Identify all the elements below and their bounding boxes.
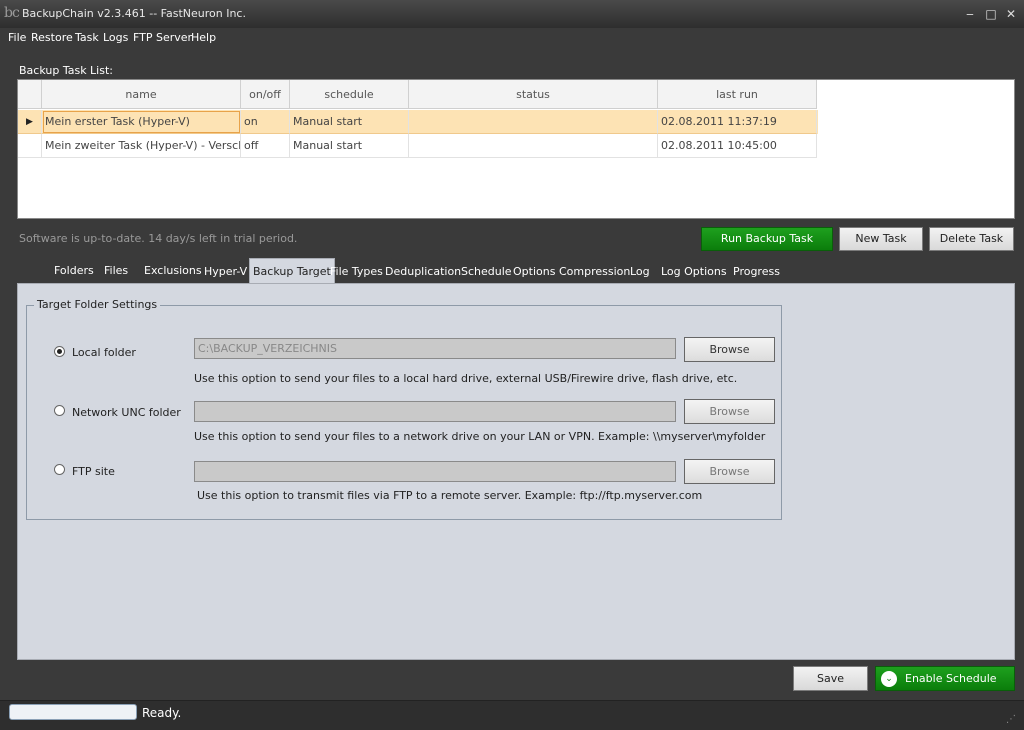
ftp-site-radio[interactable] [54, 464, 65, 475]
resize-grip-icon[interactable]: ⋰ [1006, 714, 1020, 726]
column-header-last-run[interactable]: last run [658, 80, 817, 109]
delete-task-button[interactable]: Delete Task [929, 227, 1014, 251]
row-header-cell [18, 134, 42, 158]
local-folder-path-field[interactable]: C:\BACKUP_VERZEICHNIS [194, 338, 676, 359]
task-name-cell[interactable]: Mein erster Task (Hyper-V) [42, 110, 241, 134]
task-status-cell[interactable] [409, 110, 658, 134]
tab-file-types[interactable]: File Types [330, 265, 383, 278]
table-row[interactable]: ▶ Mein erster Task (Hyper-V) on Manual s… [18, 110, 818, 134]
new-task-button[interactable]: New Task [839, 227, 923, 251]
task-schedule-cell[interactable]: Manual start [290, 134, 409, 158]
local-folder-label[interactable]: Local folder [72, 346, 136, 359]
menu-bar: File Restore Task Logs FTP Server Help [0, 28, 1024, 48]
tab-schedule[interactable]: Schedule [461, 265, 512, 278]
row-header-corner [18, 80, 42, 109]
menu-task[interactable]: Task [75, 31, 99, 44]
close-icon[interactable]: ✕ [1003, 6, 1019, 22]
task-onoff-cell[interactable]: on [241, 110, 290, 134]
tab-backup-target[interactable]: Backup Target [249, 258, 335, 284]
group-title: Target Folder Settings [34, 298, 161, 311]
table-row[interactable]: Mein zweiter Task (Hyper-V) - Versch... … [18, 134, 818, 158]
menu-file[interactable]: File [8, 31, 26, 44]
task-last-run-cell[interactable]: 02.08.2011 10:45:00 [658, 134, 817, 158]
tab-files[interactable]: Files [104, 264, 128, 277]
task-name-cell[interactable]: Mein zweiter Task (Hyper-V) - Versch... [42, 134, 241, 158]
window-title: BackupChain v2.3.461 -- FastNeuron Inc. [22, 7, 246, 20]
trial-status-text: Software is up-to-date. 14 day/s left in… [19, 232, 298, 245]
column-header-name[interactable]: name [42, 80, 241, 109]
column-header-status[interactable]: status [409, 80, 658, 109]
task-onoff-cell[interactable]: off [241, 134, 290, 158]
row-pointer-icon: ▶ [18, 110, 42, 134]
tab-log-options[interactable]: Log Options [661, 265, 727, 278]
local-folder-browse-button[interactable]: Browse [684, 337, 775, 362]
tab-progress[interactable]: Progress [733, 265, 780, 278]
tab-bar: Folders Files Exclusions Hyper-V Backup … [17, 258, 1015, 284]
menu-logs[interactable]: Logs [103, 31, 128, 44]
menu-help[interactable]: Help [191, 31, 216, 44]
task-table: name on/off schedule status last run ▶ M… [17, 79, 1015, 219]
enable-schedule-label: Enable Schedule [905, 672, 997, 685]
run-backup-task-button[interactable]: Run Backup Task [701, 227, 833, 251]
tab-folders[interactable]: Folders [54, 264, 94, 277]
save-button[interactable]: Save [793, 666, 868, 691]
tab-compression[interactable]: Compression [559, 265, 630, 278]
status-text: Ready. [142, 706, 182, 720]
chevron-down-icon: ⌄ [881, 671, 897, 687]
minimize-icon[interactable]: ‒ [962, 6, 978, 22]
ftp-site-field[interactable] [194, 461, 676, 482]
menu-restore[interactable]: Restore [31, 31, 73, 44]
network-unc-radio[interactable] [54, 405, 65, 416]
network-unc-label[interactable]: Network UNC folder [72, 406, 181, 419]
local-folder-radio[interactable] [54, 346, 65, 357]
tab-deduplication[interactable]: Deduplication [385, 265, 461, 278]
menu-ftp-server[interactable]: FTP Server [133, 31, 192, 44]
tab-log[interactable]: Log [630, 265, 650, 278]
task-status-cell[interactable] [409, 134, 658, 158]
network-unc-browse-button[interactable]: Browse [684, 399, 775, 424]
tab-hyper-v[interactable]: Hyper-V [204, 265, 247, 278]
enable-schedule-button[interactable]: ⌄ Enable Schedule [875, 666, 1015, 691]
ftp-site-label[interactable]: FTP site [72, 465, 115, 478]
task-schedule-cell[interactable]: Manual start [290, 110, 409, 134]
local-folder-hint: Use this option to send your files to a … [194, 372, 738, 385]
maximize-icon[interactable]: □ [983, 6, 999, 22]
task-list-label: Backup Task List: [19, 64, 113, 77]
network-unc-hint: Use this option to send your files to a … [194, 430, 766, 443]
ftp-site-browse-button[interactable]: Browse [684, 459, 775, 484]
network-unc-path-field[interactable] [194, 401, 676, 422]
progress-bar [9, 704, 137, 720]
column-header-onoff[interactable]: on/off [241, 80, 290, 109]
app-logo-icon: bc [4, 5, 20, 21]
tab-options[interactable]: Options [513, 265, 555, 278]
column-header-schedule[interactable]: schedule [290, 80, 409, 109]
tab-exclusions[interactable]: Exclusions [144, 264, 202, 277]
ftp-site-hint: Use this option to transmit files via FT… [197, 489, 703, 502]
task-last-run-cell[interactable]: 02.08.2011 11:37:19 [658, 110, 817, 134]
